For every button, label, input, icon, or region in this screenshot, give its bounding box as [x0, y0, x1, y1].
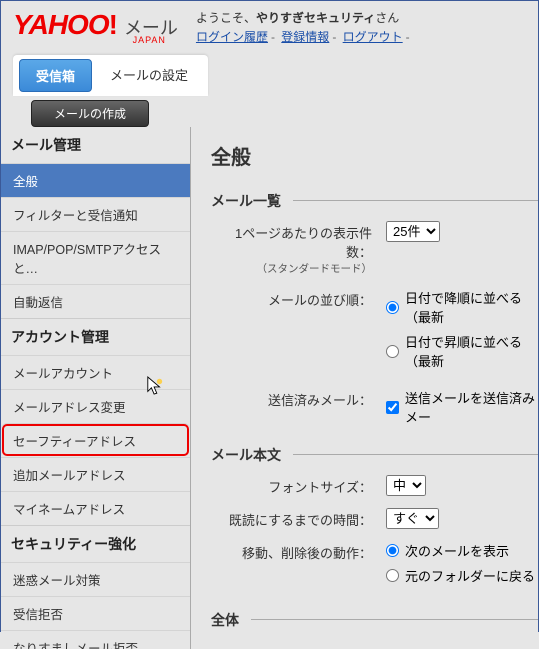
yahoo-logo: YAHOO!メール JAPAN [13, 9, 178, 45]
sidebar-item-safety-address[interactable]: セーフティーアドレス [1, 423, 190, 457]
logout-link[interactable]: ログアウト [343, 30, 403, 44]
compose-button[interactable]: メールの作成 [31, 100, 149, 127]
sidebar-item-imap-pop-smtp[interactable]: IMAP/POP/SMTPアクセスと… [1, 231, 190, 284]
after-action-label: 移動、削除後の動作： [211, 541, 386, 562]
welcome-text: ようこそ、やりすぎセキュリティさん [196, 9, 413, 26]
sidebar-section-mail-mgmt: メール管理 [1, 127, 190, 163]
sent-label: 送信済みメール： [211, 388, 386, 409]
sidebar-item-myname-address[interactable]: マイネームアドレス [1, 491, 190, 525]
sidebar-item-address-change[interactable]: メールアドレス変更 [1, 389, 190, 423]
sidebar-item-block[interactable]: 受信拒否 [1, 596, 190, 630]
sidebar-item-filter-notify[interactable]: フィルターと受信通知 [1, 197, 190, 231]
reg-info-link[interactable]: 登録情報 [281, 30, 329, 44]
sidebar-section-security: セキュリティー強化 [1, 525, 190, 562]
sent-checkbox[interactable] [386, 401, 399, 414]
per-page-sublabel: （スタンダードモード） [211, 261, 372, 276]
read-time-select[interactable]: すぐ [386, 508, 439, 529]
sent-checkbox-label: 送信メールを送信済みメー [405, 388, 538, 426]
tab-mail-settings[interactable]: メールの設定 [94, 59, 204, 92]
font-size-select[interactable]: 中 [386, 475, 426, 496]
read-time-label: 既読にするまでの時間： [211, 508, 386, 529]
sidebar-item-mail-account[interactable]: メールアカウント [1, 355, 190, 389]
after-folder-radio[interactable] [386, 569, 399, 582]
after-folder-label: 元のフォルダーに戻る [405, 566, 535, 585]
sidebar-item-auto-reply[interactable]: 自動返信 [1, 284, 190, 318]
sidebar-item-spoof-block[interactable]: なりすましメール拒否 [1, 630, 190, 649]
sort-label: メールの並び順： [211, 288, 386, 309]
sort-desc-radio[interactable] [386, 301, 399, 314]
section-all: 全体 [211, 610, 251, 630]
sidebar: メール管理 全般 フィルターと受信通知 IMAP/POP/SMTPアクセスと… … [1, 127, 191, 649]
sidebar-item-additional-address[interactable]: 追加メールアドレス [1, 457, 190, 491]
sidebar-section-account: アカウント管理 [1, 318, 190, 355]
per-page-label: 1ページあたりの表示件数： [235, 226, 372, 260]
per-page-select[interactable]: 25件 [386, 221, 440, 242]
page-title: 全般 [211, 141, 538, 170]
sidebar-item-general[interactable]: 全般 [1, 163, 190, 197]
font-label: フォントサイズ： [211, 475, 386, 496]
sidebar-item-spam[interactable]: 迷惑メール対策 [1, 562, 190, 596]
section-mail-body: メール本文 [211, 445, 293, 465]
sort-desc-label: 日付で降順に並べる（最新 [405, 288, 538, 326]
after-next-label: 次のメールを表示 [405, 541, 509, 560]
sort-asc-radio[interactable] [386, 345, 399, 358]
after-next-radio[interactable] [386, 544, 399, 557]
sort-asc-label: 日付で昇順に並べる（最新 [405, 332, 538, 370]
tab-inbox[interactable]: 受信箱 [19, 59, 92, 92]
login-history-link[interactable]: ログイン履歴 [196, 30, 268, 44]
section-mail-list: メール一覧 [211, 191, 293, 211]
